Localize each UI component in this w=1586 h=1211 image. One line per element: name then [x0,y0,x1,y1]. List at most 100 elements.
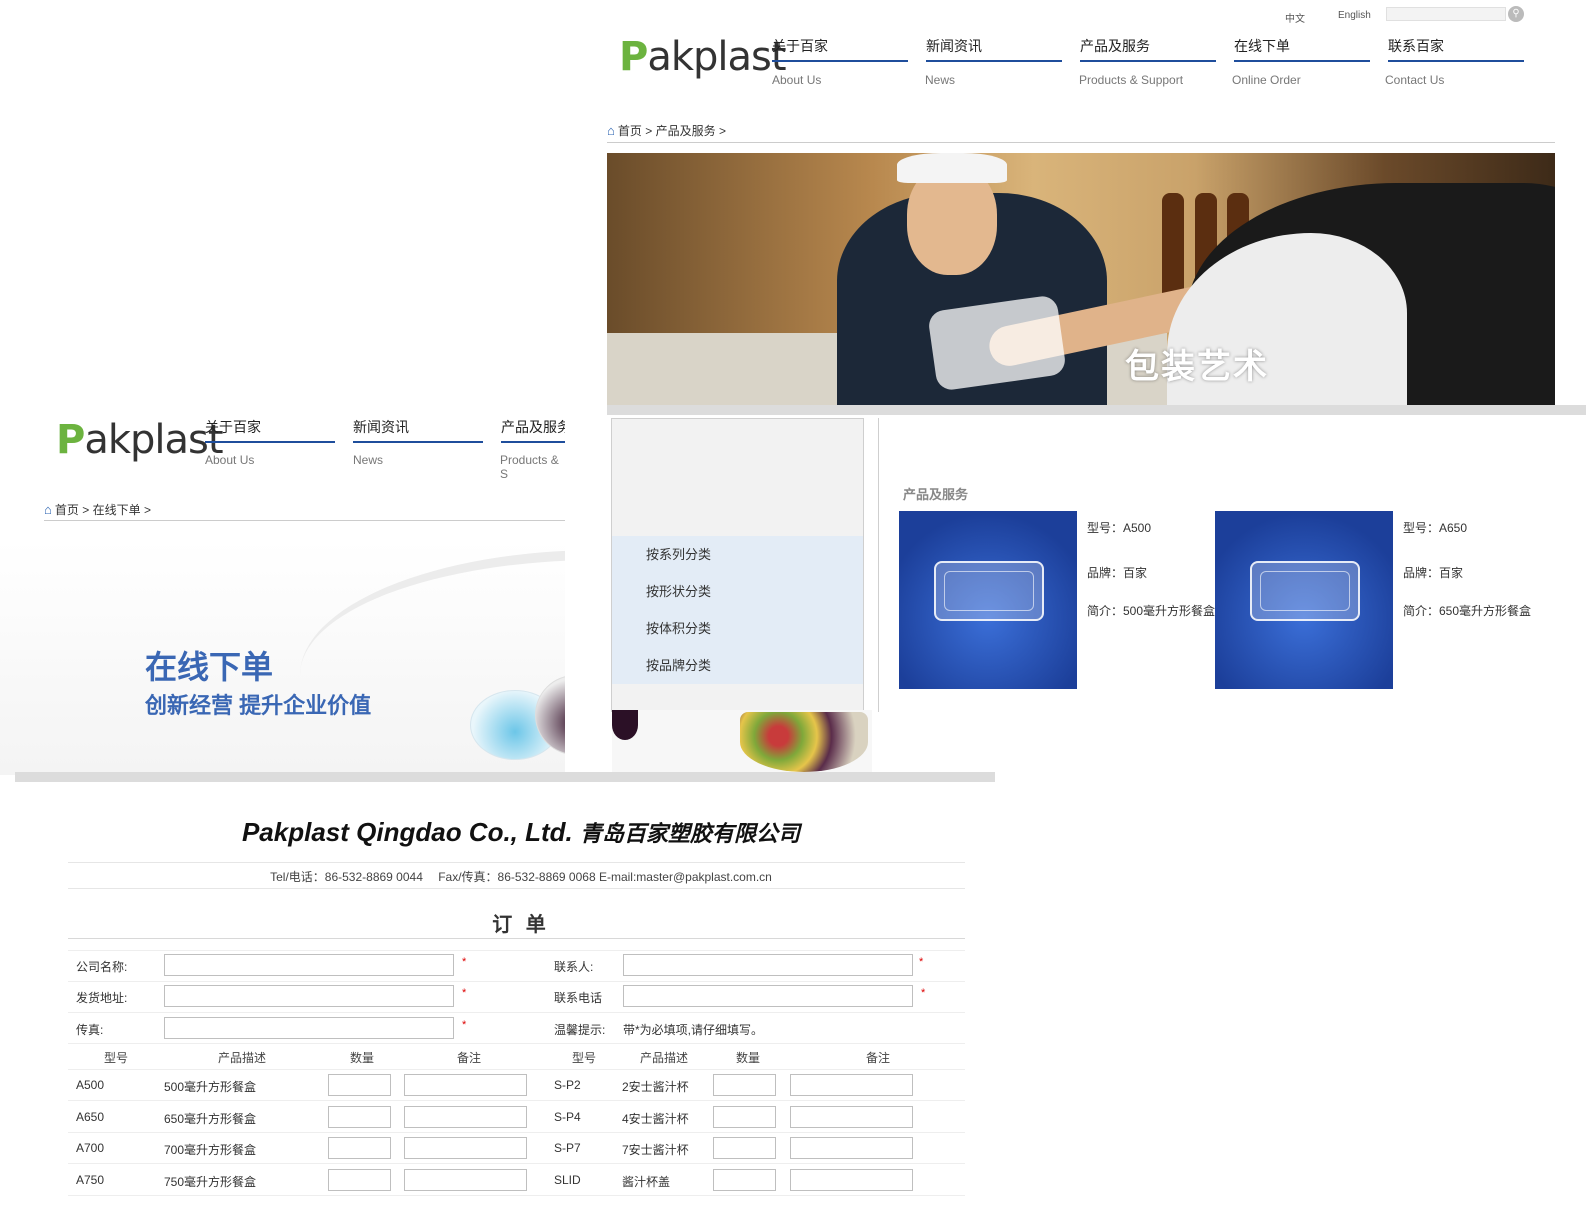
heading-divider [68,862,965,863]
category-sidebar: 按系列分类 按形状分类 按体积分类 按品牌分类 [611,418,864,712]
nav-news-en[interactable]: News [353,453,383,467]
nav-order[interactable]: 在线下单 [1234,36,1370,62]
note-input[interactable] [404,1106,527,1128]
lang-en-link[interactable]: English [1338,10,1371,21]
required-mark: * [462,1019,467,1031]
label-fax: 传真: [76,1023,104,1037]
banner-title: 包装艺术 [1125,348,1269,386]
breadcrumb-current[interactable]: 产品及服务 [656,124,716,138]
label-phone: 联系电话 [554,991,603,1005]
col-note: 备注 [457,1051,482,1065]
products-page-window: Pakplast 中文 English ⚲ 关于百家 新闻资讯 产品及服务 在线… [607,0,1586,720]
category-by-brand[interactable]: 按品牌分类 [612,647,863,684]
pakplast-logo[interactable]: Pakplast [56,417,224,463]
product-photo[interactable] [899,511,1077,689]
nav-products-en[interactable]: Products & S [500,453,565,481]
company-input[interactable] [164,954,454,976]
address-input[interactable] [164,985,454,1007]
category-by-shape[interactable]: 按形状分类 [612,573,863,610]
row-desc: 酱汁杯盖 [622,1175,671,1189]
note-input[interactable] [404,1137,527,1159]
breadcrumb: ⌂ 首页 > 产品及服务 > [607,122,726,139]
product-card-a500[interactable]: 型号：A500 品牌：百家 简介：500毫升方形餐盒 [899,511,1219,691]
row-divider [68,1100,965,1101]
contact-person-input[interactable] [623,954,913,976]
category-by-series[interactable]: 按系列分类 [612,536,863,573]
nav-news-cn: 新闻资讯 [926,38,982,54]
product-info: 型号：A650 品牌：百家 简介：650毫升方形餐盒 [1403,519,1533,651]
qty-input[interactable] [328,1169,391,1191]
product-model: 型号：A650 [1403,521,1468,535]
row-model: A750 [76,1173,105,1187]
qty-input[interactable] [713,1137,776,1159]
row-model: A500 [76,1078,105,1092]
row-model: S-P2 [554,1078,581,1092]
nav-products[interactable]: 产品及服务 [501,417,565,443]
section-title: 产品及服务 [903,487,969,502]
col-desc: 产品描述 [218,1051,267,1065]
note-input[interactable] [790,1074,913,1096]
category-by-volume[interactable]: 按体积分类 [612,610,863,647]
logo-letter: P [619,34,648,80]
home-icon[interactable]: ⌂ [607,123,615,138]
row-desc: 4安士酱汁杯 [622,1112,689,1126]
col-model: 型号 [104,1051,129,1065]
company-heading: Pakplast Qingdao Co., Ltd. 青岛百家塑胶有限公司 [0,816,1003,848]
col-qty: 数量 [350,1051,375,1065]
banner-bottom-band [607,405,1586,415]
order-banner: 在线下单 创新经营 提升企业价值 [0,540,565,775]
breadcrumb-home[interactable]: 首页 [55,503,79,517]
lang-zh-link[interactable]: 中文 [1285,10,1305,25]
nav-order-en[interactable]: Online Order [1232,73,1301,87]
breadcrumb-divider [607,142,1555,143]
row-divider [68,1132,965,1133]
breadcrumb-sep: > [82,503,90,517]
form-title: 订 单 [492,914,550,936]
qty-input[interactable] [713,1074,776,1096]
qty-input[interactable] [713,1169,776,1191]
nav-about-en[interactable]: About Us [205,453,254,467]
nav-contact-en[interactable]: Contact Us [1385,73,1444,87]
home-icon[interactable]: ⌂ [44,502,52,517]
breadcrumb-home[interactable]: 首页 [618,124,642,138]
nav-news[interactable]: 新闻资讯 [926,36,1062,62]
nav-news-en[interactable]: News [925,73,955,87]
qty-input[interactable] [328,1137,391,1159]
row-model: S-P7 [554,1141,581,1155]
phone-input[interactable] [623,985,913,1007]
note-input[interactable] [404,1169,527,1191]
nav-order-cn: 在线下单 [1234,38,1290,54]
note-input[interactable] [790,1106,913,1128]
search-icon[interactable]: ⚲ [1508,6,1524,22]
nav-about[interactable]: 关于百家 [205,417,335,443]
col-model: 型号 [572,1051,597,1065]
nav-contact-cn: 联系百家 [1388,38,1444,54]
nav-products-cn: 产品及服务 [1080,38,1150,54]
label-address: 发货地址: [76,991,128,1005]
pakplast-logo[interactable]: Pakplast [619,34,787,80]
breadcrumb-current[interactable]: 在线下单 [93,503,141,517]
search-input[interactable] [1386,7,1506,21]
company-contact: Tel/电话：86-532-8869 0044 Fax/传真：86-532-88… [270,870,772,884]
nav-products[interactable]: 产品及服务 [1080,36,1216,62]
product-photo[interactable] [1215,511,1393,689]
company-name-en: Pakplast Qingdao Co., Ltd. [241,817,573,847]
qty-input[interactable] [328,1074,391,1096]
row-divider [68,950,965,951]
note-input[interactable] [790,1169,913,1191]
note-input[interactable] [404,1074,527,1096]
company-name-cn: 青岛百家塑胶有限公司 [580,821,801,847]
nav-products-en[interactable]: Products & Support [1079,73,1183,87]
label-contact-person: 联系人: [554,960,594,974]
nav-about-en[interactable]: About Us [772,73,821,87]
nav-news[interactable]: 新闻资讯 [353,417,483,443]
nav-contact[interactable]: 联系百家 [1388,36,1524,62]
qty-input[interactable] [713,1106,776,1128]
nav-about[interactable]: 关于百家 [772,36,908,62]
main-nav: 关于百家 新闻资讯 产品及服务 [205,417,565,443]
note-input[interactable] [790,1137,913,1159]
qty-input[interactable] [328,1106,391,1128]
row-desc: 500毫升方形餐盒 [164,1080,257,1094]
product-card-a650[interactable]: 型号：A650 品牌：百家 简介：650毫升方形餐盒 [1215,511,1535,691]
fax-input[interactable] [164,1017,454,1039]
